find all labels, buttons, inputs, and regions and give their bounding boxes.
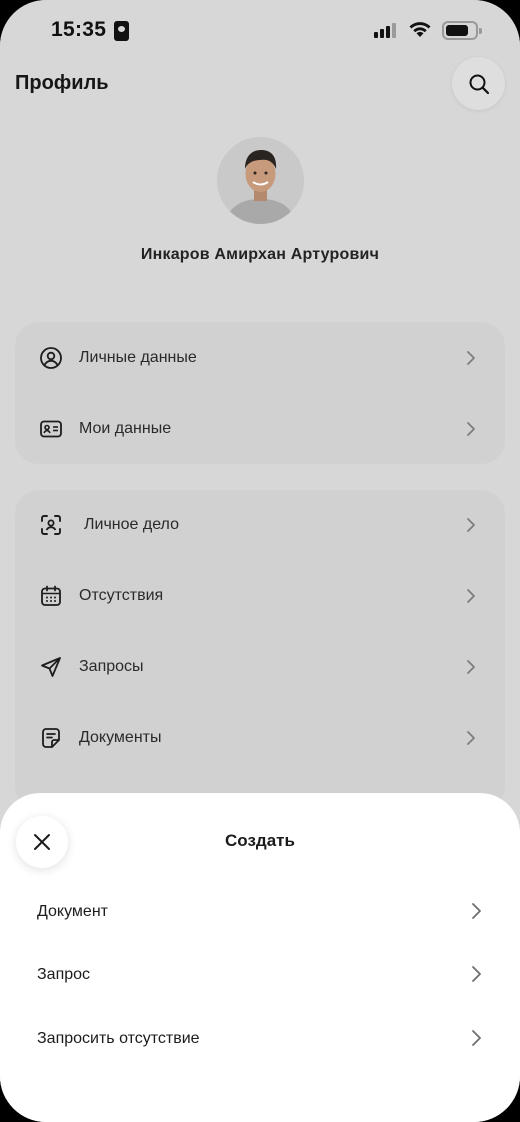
- menu-item-personal-data[interactable]: Личные данные: [15, 328, 505, 388]
- status-bar: 15:35: [0, 0, 520, 62]
- search-icon: [469, 74, 489, 94]
- avatar[interactable]: [217, 137, 304, 224]
- profile-screen: 15:35 Профиль Инкаров Амирхан Артурович …: [0, 0, 520, 1122]
- calendar-icon: [39, 584, 63, 608]
- menu-item-label: Личные данные: [79, 349, 197, 366]
- chevron-right-icon: [467, 351, 475, 365]
- menu-item-requests[interactable]: Запросы: [15, 637, 505, 697]
- menu-item-my-data[interactable]: Мои данные: [15, 399, 505, 459]
- create-request-item[interactable]: Запрос: [0, 950, 520, 1006]
- chevron-right-icon: [472, 1030, 481, 1046]
- page-title: Профиль: [15, 72, 109, 94]
- face-scan-icon: [39, 513, 63, 537]
- send-icon: [39, 655, 63, 679]
- search-button[interactable]: [452, 57, 505, 110]
- battery-icon: [442, 21, 482, 40]
- chevron-right-icon: [472, 903, 481, 919]
- chevron-right-icon: [472, 966, 481, 982]
- request-absence-item[interactable]: Запросить отсутствие: [0, 1014, 520, 1070]
- chevron-right-icon: [467, 422, 475, 436]
- document-icon: [39, 726, 63, 750]
- create-bottom-sheet: Создать Документ Запрос Запросить отсутс…: [0, 793, 520, 1122]
- sheet-item-label: Документ: [37, 903, 108, 920]
- profile-menu-group-1: Личные данные Мои данные: [15, 322, 505, 464]
- sheet-item-label: Запрос: [37, 966, 91, 983]
- focus-badge-icon: [114, 21, 129, 41]
- chevron-right-icon: [467, 731, 475, 745]
- menu-item-label: Запросы: [79, 658, 144, 675]
- menu-item-label: Документы: [79, 729, 162, 746]
- wifi-icon: [409, 22, 431, 37]
- menu-item-absences[interactable]: Отсутствия: [15, 566, 505, 626]
- menu-item-label: Личное дело: [84, 516, 179, 533]
- chevron-right-icon: [467, 589, 475, 603]
- chevron-right-icon: [467, 660, 475, 674]
- chevron-right-icon: [467, 518, 475, 532]
- user-full-name: Инкаров Амирхан Артурович: [140, 246, 380, 263]
- menu-item-personal-file[interactable]: Личное дело: [15, 495, 505, 555]
- sheet-title: Создать: [225, 831, 295, 850]
- create-document-item[interactable]: Документ: [0, 887, 520, 943]
- cellular-signal-icon: [374, 22, 396, 38]
- menu-item-label: Отсутствия: [79, 587, 164, 604]
- phone-frame: 15:35 Профиль Инкаров Амирхан Артурович …: [0, 0, 520, 1122]
- menu-item-documents[interactable]: Документы: [15, 708, 505, 768]
- menu-item-label: Мои данные: [79, 420, 172, 437]
- id-card-icon: [39, 417, 63, 441]
- status-time: 15:35: [51, 18, 107, 41]
- avatar-photo: [217, 137, 304, 224]
- user-circle-icon: [39, 346, 63, 370]
- profile-menu-group-2: Личное дело Отсутствия Запросы Документы: [15, 490, 505, 810]
- sheet-item-label: Запросить отсутствие: [37, 1030, 200, 1047]
